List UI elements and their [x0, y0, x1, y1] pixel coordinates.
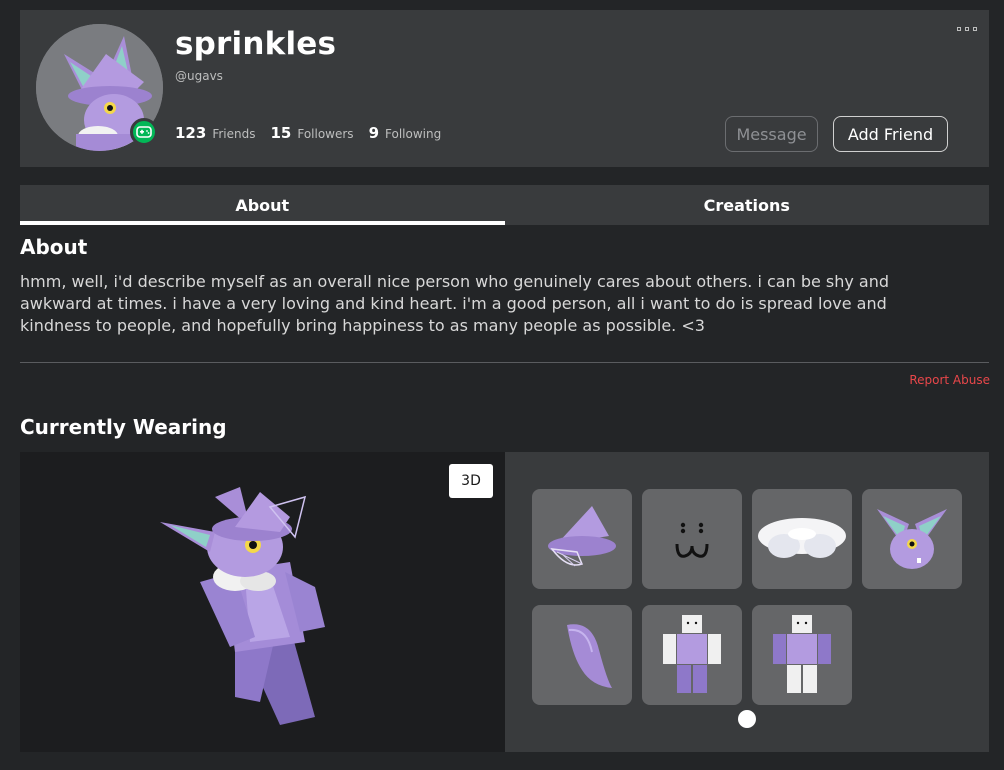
tab-about[interactable]: About: [20, 185, 505, 225]
profile-header: sprinkles @ugavs 123 Friends 15 Follower…: [20, 10, 989, 167]
avatar-3d-model-icon: [160, 487, 325, 725]
friends-stat[interactable]: 123 Friends: [175, 124, 255, 142]
worn-item-fluffy-collar[interactable]: [752, 489, 852, 589]
following-label: Following: [385, 127, 442, 141]
worn-item-pants[interactable]: [752, 605, 852, 705]
more-dots-icon[interactable]: [957, 24, 977, 34]
username-handle: @ugavs: [175, 69, 223, 83]
worn-item-hair[interactable]: [532, 605, 632, 705]
worn-item-shirt[interactable]: [642, 605, 742, 705]
currently-wearing-heading: Currently Wearing: [20, 415, 227, 439]
gamepad-icon: [136, 126, 152, 138]
wearing-items-panel: [505, 452, 989, 752]
worn-item-bat-head[interactable]: [862, 489, 962, 589]
display-name: sprinkles: [175, 26, 337, 62]
about-heading: About: [20, 235, 88, 259]
profile-stats: 123 Friends 15 Followers 9 Following: [175, 124, 456, 142]
report-abuse-link[interactable]: Report Abuse: [909, 373, 990, 387]
shirt-avatar-icon: [663, 615, 721, 693]
following-stat[interactable]: 9 Following: [369, 124, 442, 142]
fluffy-collar-icon: [758, 518, 846, 558]
pants-avatar-icon: [773, 615, 831, 693]
friends-count: 123: [175, 124, 207, 142]
worn-item-face[interactable]: [642, 489, 742, 589]
followers-count: 15: [270, 124, 292, 142]
worn-item-witch-hat[interactable]: [532, 489, 632, 589]
message-button[interactable]: Message: [725, 116, 818, 152]
toggle-3d-button[interactable]: 3D: [449, 464, 493, 498]
bat-head-icon: [877, 509, 947, 569]
pagination-dot[interactable]: [738, 710, 756, 728]
friends-label: Friends: [212, 127, 256, 141]
hair-icon: [567, 624, 612, 688]
face-icon: [675, 522, 709, 558]
following-count: 9: [368, 124, 379, 142]
witch-hat-icon: [548, 506, 616, 567]
avatar-viewer[interactable]: 3D: [20, 452, 505, 752]
presence-badge[interactable]: [130, 118, 158, 146]
about-divider: [20, 362, 989, 363]
about-description: hmm, well, i'd describe myself as an ove…: [20, 272, 890, 335]
add-friend-button[interactable]: Add Friend: [833, 116, 948, 152]
followers-stat[interactable]: 15 Followers: [270, 124, 353, 142]
profile-tabs: About Creations: [20, 185, 989, 225]
followers-label: Followers: [297, 127, 354, 141]
tab-creations[interactable]: Creations: [505, 185, 990, 225]
